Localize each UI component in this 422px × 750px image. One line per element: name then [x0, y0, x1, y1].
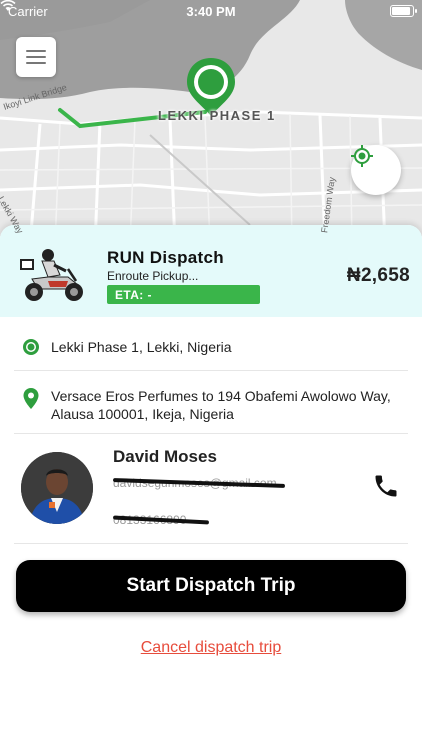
dropoff-location-row: Versace Eros Perfumes to 194 Obafemi Awo…: [22, 387, 400, 423]
map-location-label: LEKKI PHASE 1: [158, 108, 276, 123]
pickup-pin-icon: [23, 339, 39, 355]
pickup-location-row: Lekki Phase 1, Lekki, Nigeria: [22, 338, 400, 356]
status-bar: Carrier 3:40 PM: [0, 0, 422, 22]
dispatch-status: Enroute Pickup...: [107, 269, 199, 283]
phone-icon[interactable]: [372, 472, 400, 500]
dispatch-summary-card: RUN Dispatch Enroute Pickup... ETA: - ₦2…: [0, 225, 422, 317]
dispatch-title: RUN Dispatch: [107, 248, 224, 267]
dropoff-address: Versace Eros Perfumes to 194 Obafemi Awo…: [51, 388, 391, 422]
contact-card: David Moses davidsegunmoses@gmail.com 08…: [0, 438, 422, 548]
my-location-icon: [351, 145, 373, 167]
menu-button[interactable]: [16, 37, 56, 77]
divider: [14, 433, 408, 434]
battery-icon: [390, 5, 417, 17]
my-location-button[interactable]: [351, 145, 401, 195]
trip-details-sheet: RUN Dispatch Enroute Pickup... ETA: - ₦2…: [0, 225, 422, 750]
dispatch-rider-icon: [20, 249, 83, 301]
contact-name: David Moses: [113, 447, 217, 466]
start-dispatch-trip-button[interactable]: Start Dispatch Trip: [16, 560, 406, 612]
carrier-indicator: Carrier: [0, 0, 48, 19]
divider: [14, 543, 408, 544]
divider: [14, 370, 408, 371]
status-time: 3:40 PM: [186, 3, 236, 19]
trip-price: ₦2,658: [346, 265, 410, 286]
wifi-icon: [0, 0, 16, 11]
eta-badge: ETA: -: [107, 285, 260, 304]
cancel-dispatch-trip-link[interactable]: Cancel dispatch trip: [0, 639, 422, 657]
hamburger-menu-icon: [26, 50, 46, 52]
pickup-address: Lekki Phase 1, Lekki, Nigeria: [51, 339, 232, 355]
avatar: [21, 452, 93, 524]
map-view[interactable]: Ikoyi Link Bridge Freedom Way Lekki Way …: [0, 0, 422, 245]
location-pin-icon: [23, 388, 39, 409]
